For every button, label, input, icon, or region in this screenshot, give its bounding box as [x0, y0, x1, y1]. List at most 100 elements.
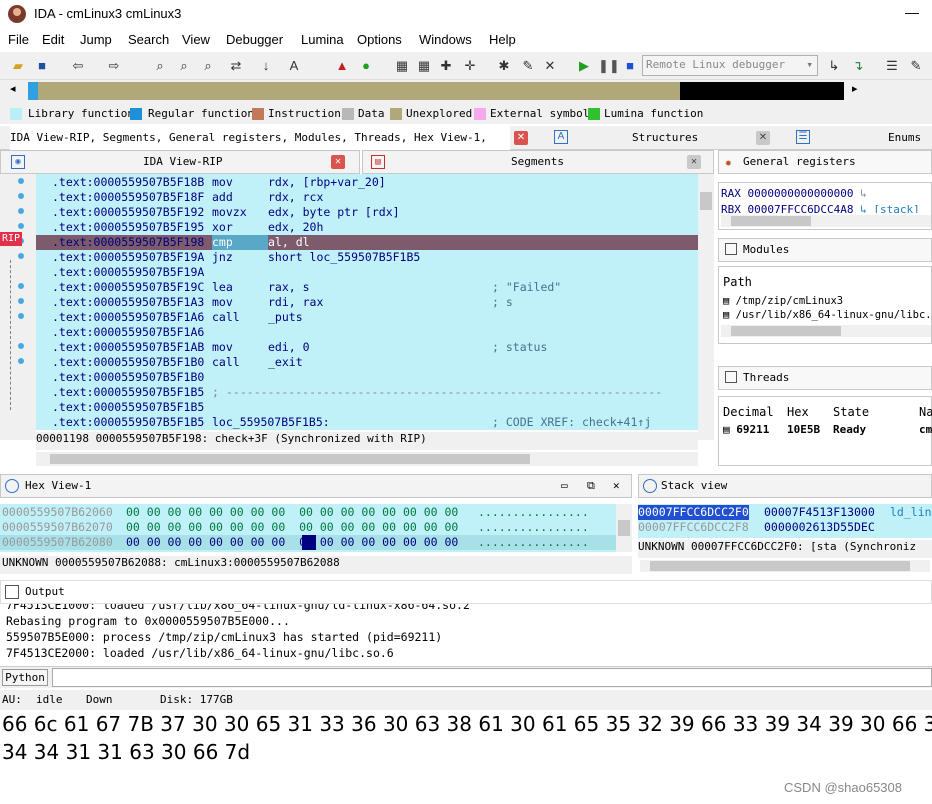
hex-view-header[interactable]: Hex View-1 ▭ ⧉ ✕ — [0, 474, 632, 498]
asm-line[interactable]: .text:0000559507B5F1AB mov edi, 0; status — [36, 340, 698, 355]
stack-view-header[interactable]: Stack view — [638, 474, 932, 498]
struct-icon[interactable]: ✱ — [494, 56, 514, 76]
modules-header[interactable]: Modules — [718, 238, 932, 262]
step-into-icon[interactable]: ↴ — [848, 56, 868, 76]
tab-enums[interactable]: Enums — [888, 126, 921, 150]
step-icon[interactable]: ↳ — [824, 56, 844, 76]
disasm-hscrollbar[interactable] — [36, 452, 698, 466]
register-row[interactable]: RBX 00007FFCC6DCC4A8 ↳ [stack] — [721, 203, 920, 213]
stack-row[interactable]: 00007FFCC6DCC2F8 0000002613D55DEC — [638, 520, 932, 535]
module-row[interactable]: ▤ /usr/lib/x86_64-linux-gnu/libc.s — [723, 309, 932, 321]
menu-file[interactable]: File — [8, 32, 29, 47]
thread-row[interactable]: ▤ 69211 — [723, 423, 769, 436]
close-icon[interactable]: ✕ — [331, 155, 345, 169]
asm-line[interactable]: .text:0000559507B5F1A6 call _puts — [36, 310, 698, 325]
save-icon[interactable]: ■ — [32, 56, 52, 76]
debugger-select[interactable]: Remote Linux debugger ▾ — [642, 55, 818, 76]
asm-line[interactable]: .text:0000559507B5F18B mov rdx, [rbp+var_2… — [36, 175, 698, 190]
registers-header[interactable]: ✹ General registers — [718, 150, 932, 174]
asm-line[interactable]: .text:0000559507B5F1B0 — [36, 370, 698, 385]
menu-windows[interactable]: Windows — [419, 32, 472, 47]
asm-line[interactable]: .text:0000559507B5F1A6 — [36, 325, 698, 340]
menu-options[interactable]: Options — [357, 32, 402, 47]
output-panel[interactable]: 7F4513CE1000: loaded /usr/lib/x86_64-lin… — [0, 604, 932, 666]
python-input[interactable] — [52, 668, 932, 687]
navigation-band[interactable] — [28, 82, 844, 100]
segments-header[interactable]: ▤ Segments ✕ — [362, 150, 714, 174]
disasm-scroll-thumb[interactable] — [700, 192, 712, 210]
data-icon[interactable]: ▦ — [414, 56, 434, 76]
asm-line[interactable]: .text:0000559507B5F1B5 loc_559507B5F1B5:;… — [36, 415, 698, 430]
down-arrow-icon[interactable]: ↓ — [256, 56, 276, 76]
text-search-icon[interactable]: ⌕ — [174, 56, 194, 76]
nav-left-icon[interactable]: ◂ — [10, 82, 16, 95]
tab-structures[interactable]: Structures — [632, 126, 698, 150]
threads-header[interactable]: Threads — [718, 366, 932, 390]
play-icon[interactable]: ▶ — [574, 56, 594, 76]
disasm-scrollbar[interactable] — [698, 174, 714, 440]
hex-scrollbar[interactable] — [616, 504, 632, 552]
disasm-hscroll-thumb[interactable] — [50, 454, 530, 464]
hex-row[interactable]: 0000559507B62060 00 00 00 00 00 00 00 00 … — [0, 505, 616, 520]
nav-right-icon[interactable]: ▸ — [852, 82, 858, 95]
open-icon[interactable]: ▰ — [8, 56, 28, 76]
menu-debugger[interactable]: Debugger — [226, 32, 283, 47]
modules-scrollbar[interactable] — [721, 325, 931, 337]
code-icon[interactable]: ▦ — [392, 56, 412, 76]
menu-search[interactable]: Search — [128, 32, 169, 47]
close-icon[interactable]: ✕ — [756, 131, 770, 145]
close-x-icon[interactable]: ✕ — [540, 56, 560, 76]
close-icon[interactable]: ✕ — [613, 475, 620, 497]
ida-view-header[interactable]: ◉ IDA View-RIP ✕ — [0, 150, 360, 174]
asm-line[interactable]: .text:0000559507B5F19A — [36, 265, 698, 280]
menu-lumina[interactable]: Lumina — [301, 32, 344, 47]
asm-line[interactable]: .text:0000559507B5F192 movzx edx, byte ptr… — [36, 205, 698, 220]
asm-line-separator[interactable]: .text:0000559507B5F1B5; -----------------… — [36, 385, 698, 400]
pause-icon[interactable]: ❚❚ — [598, 56, 620, 76]
immediate-search-icon[interactable]: ⌕ — [198, 56, 218, 76]
register-row[interactable]: RAX 0000000000000000 ↳ — [721, 187, 867, 200]
green-circle-icon[interactable]: ● — [356, 56, 376, 76]
minimize-icon[interactable]: ▭ — [561, 475, 568, 497]
close-icon[interactable]: ✕ — [514, 131, 528, 145]
breakpoint-list-icon[interactable]: ☰ — [882, 56, 902, 76]
stack-hscrollbar[interactable] — [640, 560, 930, 572]
edit-breakpoint-icon[interactable]: ✎ — [906, 56, 926, 76]
stack-view-panel[interactable]: 00007FFCC6DCC2F0 00007F4513F13000 ld_lin 0… — [638, 504, 932, 538]
asm-line[interactable]: .text:0000559507B5F19C lea rax, s; "Failed… — [36, 280, 698, 295]
registers-scrollbar[interactable] — [721, 215, 931, 227]
asm-line[interactable]: .text:0000559507B5F1A3 mov rdi, rax; s — [36, 295, 698, 310]
jump-icon[interactable]: ⇄ — [226, 56, 246, 76]
tab-main-views[interactable]: IDA View-RIP, Segments, General register… — [10, 126, 510, 168]
output-header[interactable]: Output — [0, 580, 932, 604]
menu-edit[interactable]: Edit — [42, 32, 64, 47]
binary-search-icon[interactable]: ⌕ — [150, 56, 170, 76]
back-icon[interactable]: ⇦ — [68, 56, 88, 76]
stack-row[interactable]: 00007FFCC6DCC2F0 00007F4513F13000 ld_lin — [638, 505, 932, 520]
asm-line[interactable]: .text:0000559507B5F18F add rdx, rcx — [36, 190, 698, 205]
plus-icon[interactable]: ✚ — [436, 56, 456, 76]
asm-line[interactable]: .text:0000559507B5F19A jnz short loc_55950… — [36, 250, 698, 265]
menu-view[interactable]: View — [182, 32, 210, 47]
hex-view-panel[interactable]: 0000559507B62060 00 00 00 00 00 00 00 00 … — [0, 504, 616, 552]
hex-row-current[interactable]: 0000559507B62080 00 00 00 00 00 00 00 00 … — [0, 535, 616, 550]
close-icon[interactable]: ✕ — [687, 155, 701, 169]
warning-icon[interactable]: ▲ — [332, 56, 352, 76]
hex-row[interactable]: 0000559507B62070 00 00 00 00 00 00 00 00 … — [0, 520, 616, 535]
asm-line[interactable]: .text:0000559507B5F1B5 — [36, 400, 698, 415]
asm-line-current[interactable]: .text:0000559507B5F198 cmp al, dl — [36, 235, 698, 250]
stop-icon[interactable]: ■ — [620, 56, 640, 76]
plus-menu-icon[interactable]: ✛ — [460, 56, 480, 76]
asm-line[interactable]: .text:0000559507B5F1B0 call _exit — [36, 355, 698, 370]
asm-line[interactable]: .text:0000559507B5F195 xor edx, 20h — [36, 220, 698, 235]
menu-jump[interactable]: Jump — [80, 32, 112, 47]
menu-help[interactable]: Help — [489, 32, 516, 47]
edit-icon[interactable]: ✎ — [518, 56, 538, 76]
forward-icon[interactable]: ⇨ — [104, 56, 124, 76]
font-a-icon[interactable]: A — [284, 56, 304, 76]
minimize-button[interactable]: — — [898, 4, 926, 20]
restore-icon[interactable]: ⧉ — [587, 475, 595, 497]
python-button[interactable]: Python — [2, 669, 48, 686]
disassembly-view[interactable]: .text:0000559507B5F18B mov rdx, [rbp+var_2… — [36, 174, 698, 430]
module-row[interactable]: ▤ /tmp/zip/cmLinux3 — [723, 295, 843, 307]
